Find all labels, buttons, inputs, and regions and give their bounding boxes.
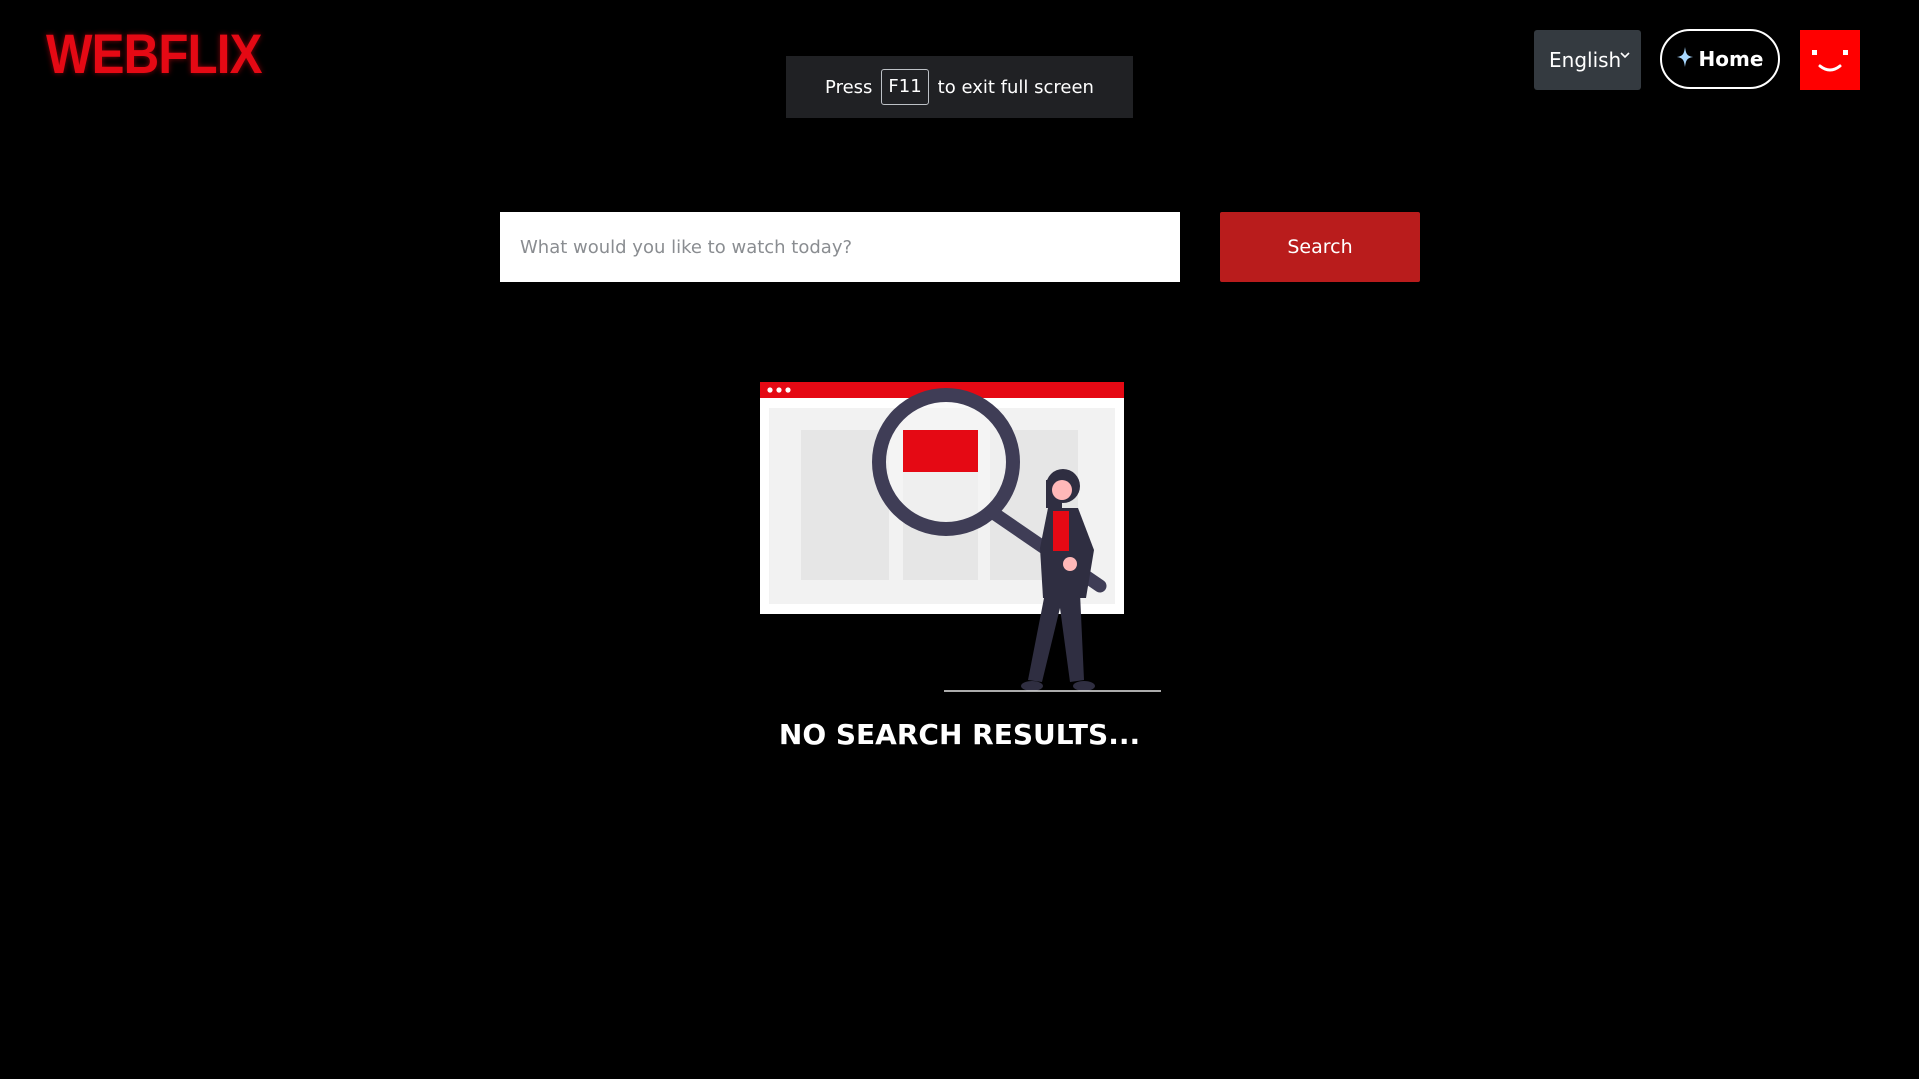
- fullscreen-toast: Press F11 to exit full screen: [786, 56, 1133, 118]
- user-avatar[interactable]: [1800, 30, 1860, 90]
- home-button-label: Home: [1698, 47, 1764, 71]
- toast-key: F11: [881, 69, 929, 105]
- language-selected-value: English: [1549, 48, 1622, 72]
- language-select[interactable]: English: [1534, 30, 1641, 90]
- search-button[interactable]: Search: [1220, 212, 1420, 282]
- smiley-avatar-icon: [1800, 30, 1860, 90]
- webflix-logo[interactable]: WEBFLIX: [46, 26, 262, 82]
- toast-prefix: Press: [825, 76, 873, 98]
- no-results-illustration: [758, 378, 1163, 700]
- chevron-down-icon: [1619, 49, 1631, 65]
- home-button[interactable]: Home: [1660, 29, 1780, 89]
- sparkle-icon: [1676, 46, 1693, 72]
- app-page: WEBFLIX Press F11 to exit full screen En…: [0, 0, 1919, 1079]
- no-results-message: NO SEARCH RESULTS...: [778, 718, 1141, 751]
- toast-suffix: to exit full screen: [937, 76, 1094, 98]
- search-input[interactable]: [500, 212, 1180, 282]
